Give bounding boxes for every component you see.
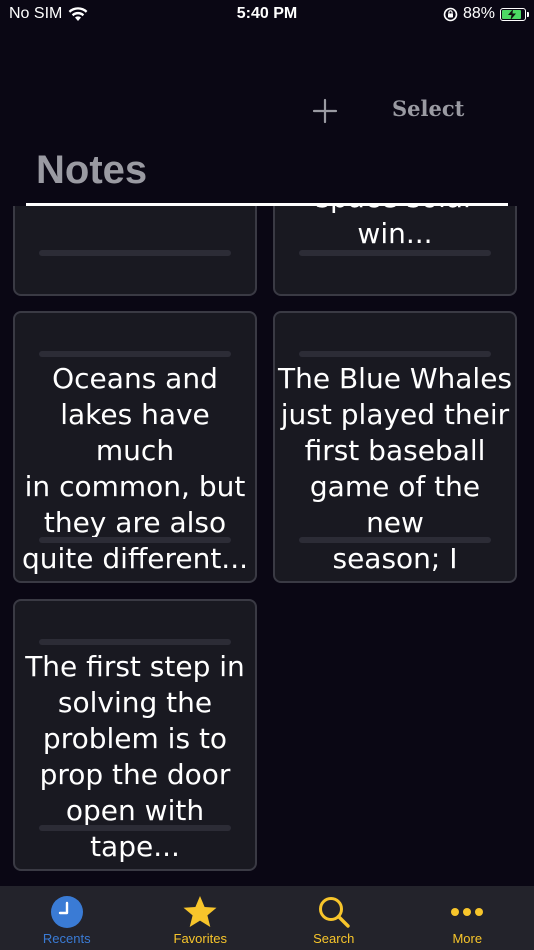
tab-search[interactable]: Search xyxy=(267,886,401,950)
note-card-rule xyxy=(39,250,231,256)
note-card[interactable]: The Blue Whales just played their first … xyxy=(273,311,517,583)
note-card-rule xyxy=(299,351,491,357)
note-card[interactable] xyxy=(13,206,257,296)
page-title: Notes xyxy=(36,148,148,192)
add-note-button[interactable] xyxy=(310,94,340,128)
note-card-rule xyxy=(39,639,231,645)
notes-grid[interactable]: space solar win... Oceans and lakes have… xyxy=(0,206,534,886)
tab-more[interactable]: More xyxy=(401,886,534,950)
battery-percent: 88% xyxy=(462,5,495,22)
note-card-rule xyxy=(39,537,231,543)
note-text: The first step in solving the problem is… xyxy=(25,650,245,863)
status-bar: No SIM 5:40 PM 88% xyxy=(0,0,534,30)
tab-label: Recents xyxy=(42,931,91,946)
tab-label: Favorites xyxy=(173,931,227,946)
note-card[interactable]: Oceans and lakes have much in common, bu… xyxy=(13,311,257,583)
tab-label: Search xyxy=(313,931,355,946)
status-right: 88% xyxy=(443,5,529,23)
note-card-rule xyxy=(299,537,491,543)
note-text: space solar win... xyxy=(315,206,474,250)
note-card-rule xyxy=(39,351,231,357)
battery-level xyxy=(502,8,522,20)
plus-icon xyxy=(312,98,338,124)
note-card[interactable]: space solar win... xyxy=(273,206,517,296)
select-button[interactable]: Select xyxy=(392,96,464,121)
star-icon xyxy=(182,894,218,930)
clock-icon xyxy=(49,894,85,930)
note-text: Oceans and lakes have much in common, bu… xyxy=(21,362,249,575)
search-icon xyxy=(316,894,352,930)
orientation-lock-icon xyxy=(443,7,458,21)
tab-label: More xyxy=(452,931,483,946)
ellipsis-icon xyxy=(449,894,485,930)
tab-favorites[interactable]: Favorites xyxy=(134,886,268,950)
tab-recents[interactable]: Recents xyxy=(0,886,134,950)
charging-bolt-icon xyxy=(508,8,516,20)
note-card-rule xyxy=(299,250,491,256)
note-text: The Blue Whales just played their first … xyxy=(277,362,513,581)
tab-bar: Recents Favorites Search More xyxy=(0,886,534,950)
note-card[interactable]: The first step in solving the problem is… xyxy=(13,599,257,871)
battery-icon xyxy=(500,7,529,21)
note-card-rule xyxy=(39,825,231,831)
